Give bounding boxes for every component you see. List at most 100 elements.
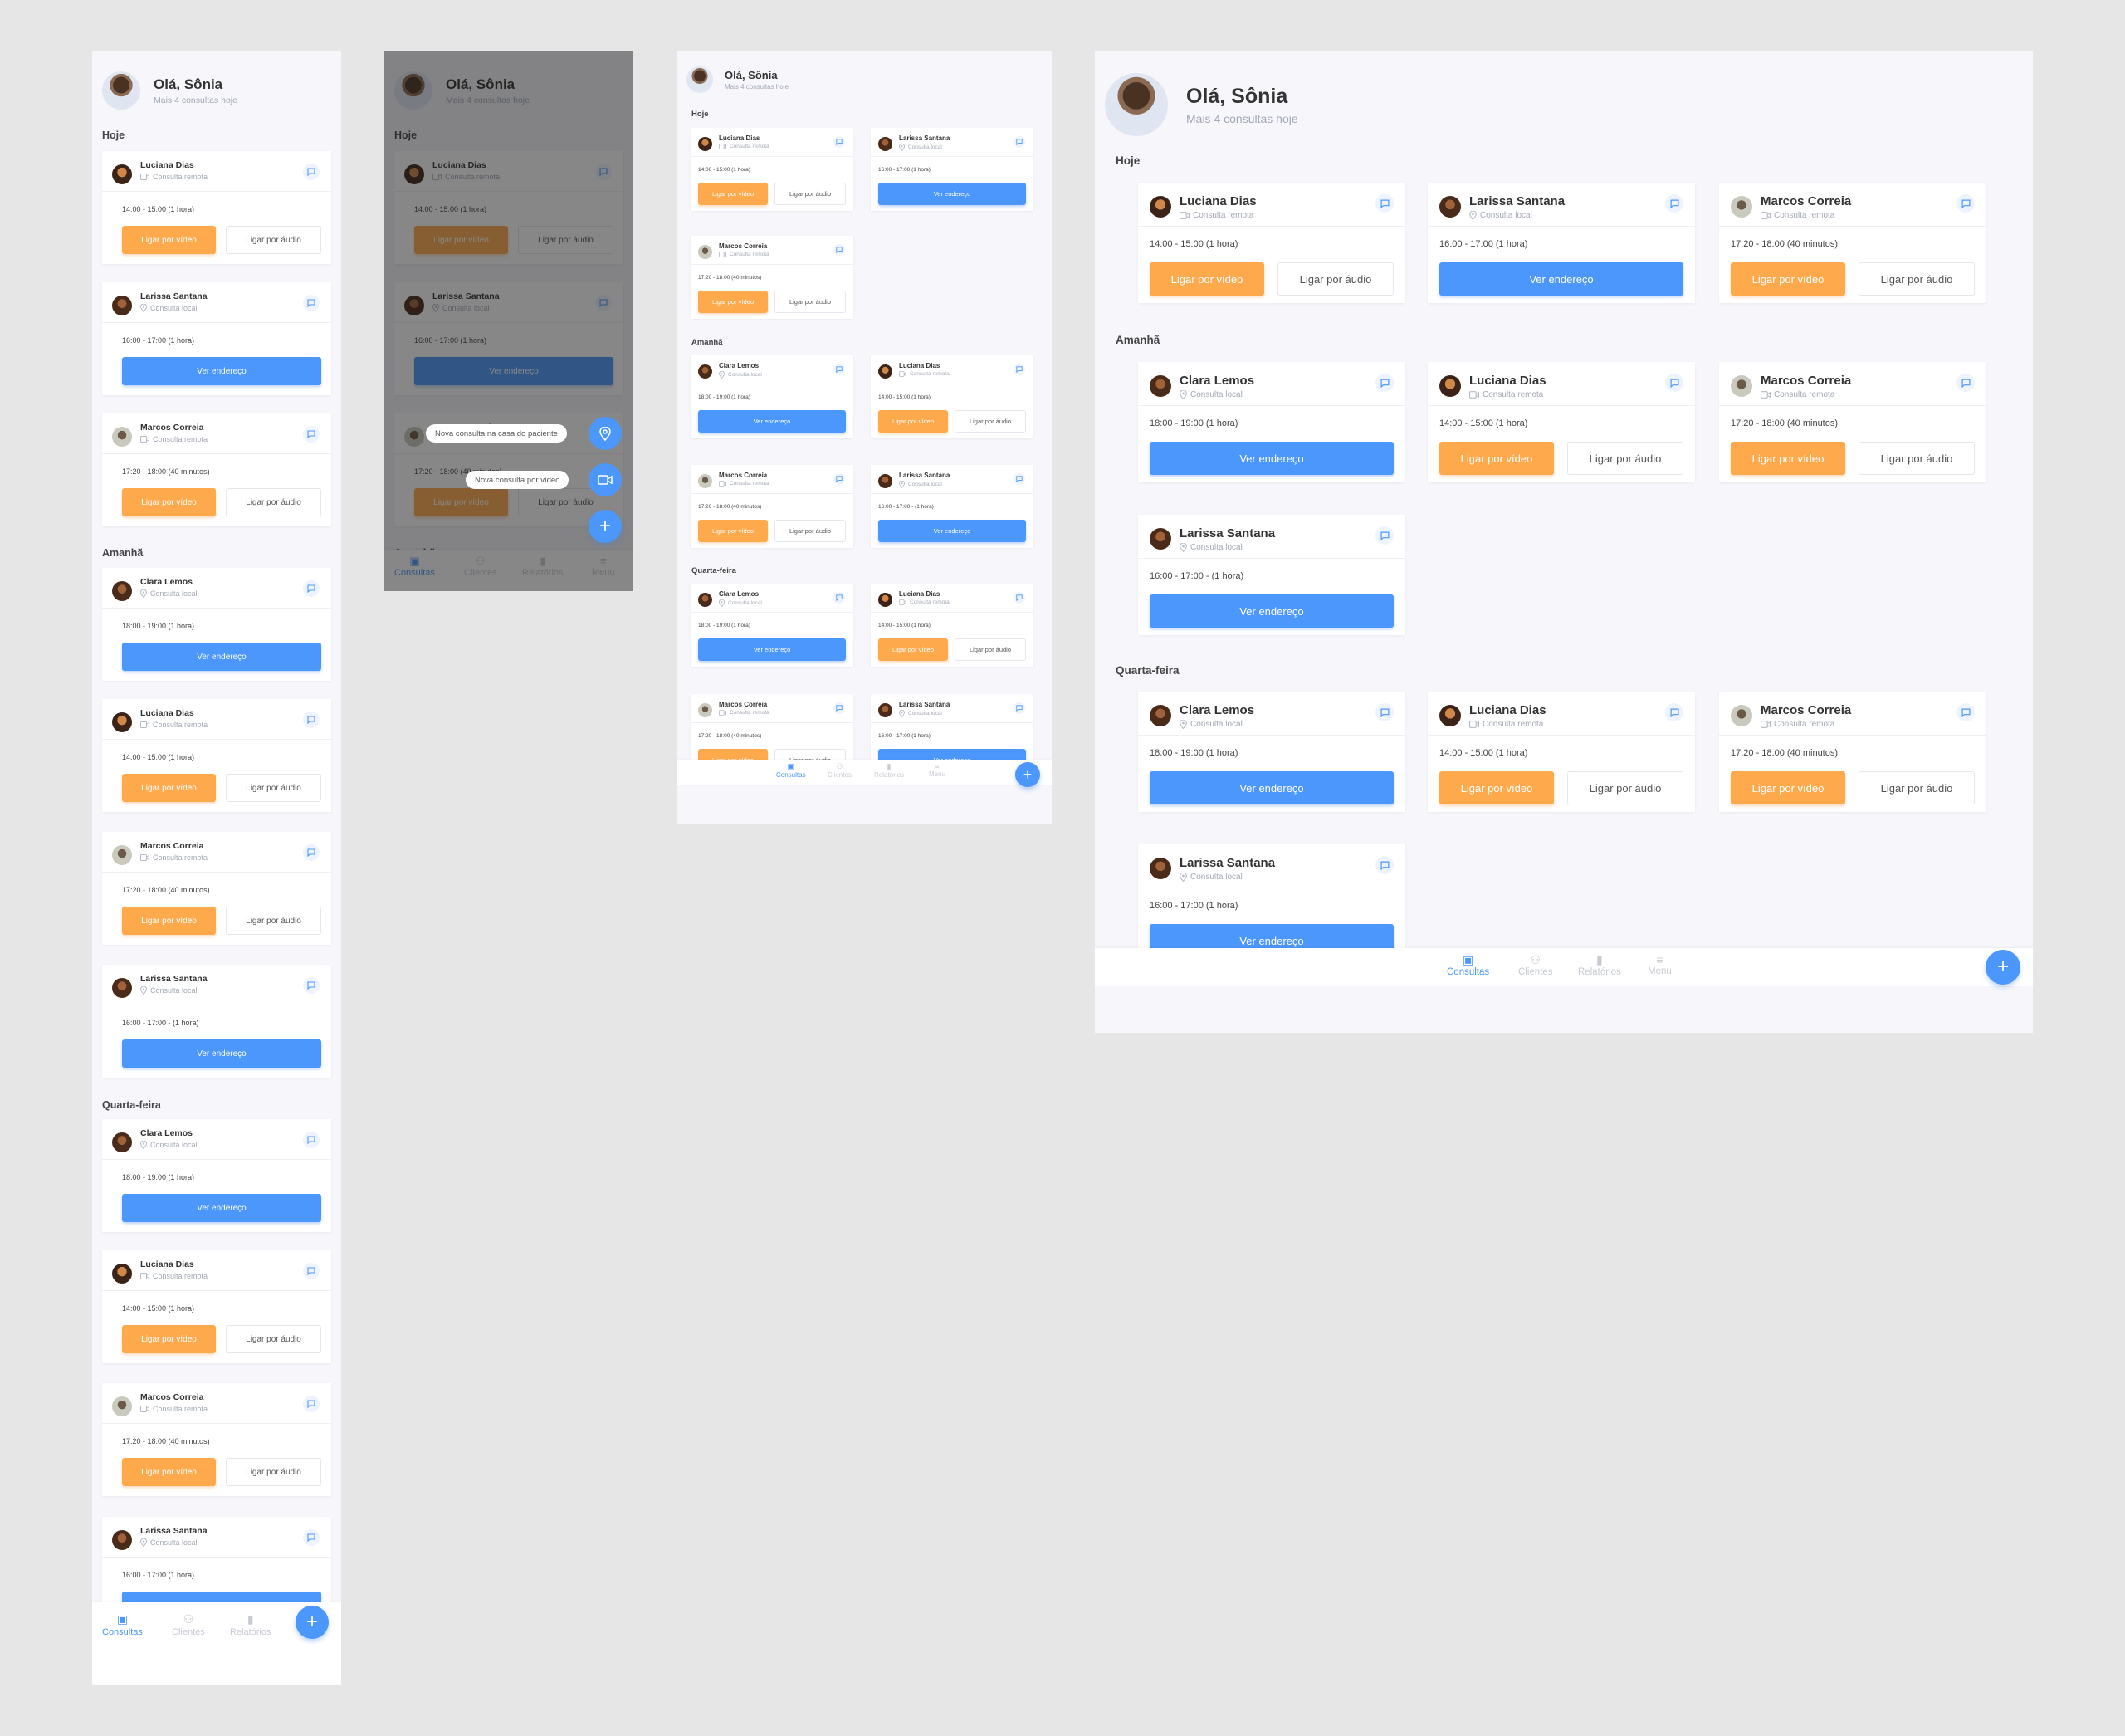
audio-call-button[interactable]: Ligar por áudio [1859,442,1975,475]
nav-relatorios[interactable]: ▮Relatórios [1578,953,1621,977]
view-address-button[interactable]: Ver endereço [1150,771,1394,804]
audio-call-button[interactable]: Ligar por áudio [1567,442,1683,475]
video-call-button[interactable]: Ligar por vídeo [122,1458,216,1486]
audio-call-button[interactable]: Ligar por áudio [1277,262,1394,296]
chat-button[interactable] [303,1396,320,1412]
video-call-button[interactable]: Ligar por vídeo [1731,771,1845,804]
chat-button[interactable] [1375,703,1394,721]
nav-consultas[interactable]: ▣Consultas [102,1612,143,1637]
chat-button[interactable] [1014,473,1025,485]
view-address-button[interactable]: Ver endereço [1150,594,1394,628]
chat-button[interactable] [303,426,320,443]
audio-call-button[interactable]: Ligar por áudio [774,183,846,205]
audio-call-button[interactable]: Ligar por áudio [226,1325,321,1353]
home-visit-label[interactable]: Nova consulta na casa do paciente [426,424,567,443]
chat-button[interactable] [1665,374,1683,392]
video-call-button[interactable]: Ligar por vídeo [698,520,768,542]
audio-call-button[interactable]: Ligar por áudio [226,488,321,516]
chat-button[interactable] [833,364,845,375]
chat-button[interactable] [1956,703,1975,721]
view-address-button[interactable]: Ver endereço [878,183,1026,205]
chat-button[interactable] [303,164,320,180]
audio-call-button[interactable]: Ligar por áudio [1859,262,1975,296]
video-call-button[interactable]: Ligar por vídeo [122,907,216,935]
chat-button[interactable] [1375,374,1394,392]
chat-button[interactable] [1665,194,1683,213]
audio-call-button[interactable]: Ligar por áudio [226,1458,321,1486]
video-call-button[interactable]: Ligar por vídeo [1439,442,1554,475]
audio-call-button[interactable]: Ligar por áudio [1567,771,1683,804]
view-address-button[interactable]: Ver endereço [698,638,846,661]
view-address-button[interactable]: Ver endereço [122,643,321,671]
chat-button[interactable] [1375,526,1394,545]
chat-button[interactable] [1014,364,1025,375]
video-call-button[interactable]: Ligar por vídeo [122,774,216,802]
chat-button[interactable] [833,473,845,485]
video-call-button[interactable]: Ligar por vídeo [1731,262,1845,296]
chat-button[interactable] [1375,194,1394,213]
audio-call-button[interactable]: Ligar por áudio [955,410,1026,433]
chat-button[interactable] [303,844,320,861]
chat-button[interactable] [833,702,845,714]
audio-call-button[interactable]: Ligar por áudio [1859,771,1975,804]
view-address-button[interactable]: Ver endereço [698,410,846,433]
chat-button[interactable] [1014,136,1025,148]
chat-button[interactable] [833,136,845,148]
audio-call-button[interactable]: Ligar por áudio [955,638,1026,661]
close-fab-menu[interactable]: + [589,510,622,543]
video-call-button[interactable]: Ligar por vídeo [698,291,768,313]
nav-consultas[interactable]: ▣Consultas [1447,953,1489,977]
chat-button[interactable] [1014,702,1025,714]
video-call-button[interactable]: Ligar por vídeo [1731,442,1845,475]
view-address-button[interactable]: Ver endereço [878,520,1026,542]
video-call-button[interactable]: Ligar por vídeo [878,410,948,433]
chat-button[interactable] [303,580,320,597]
view-address-button[interactable]: Ver endereço [122,1039,321,1068]
view-address-button[interactable]: Ver endereço [1150,442,1394,475]
chat-button[interactable] [1956,374,1975,392]
add-consult-fab[interactable]: + [296,1606,329,1639]
video-call-button[interactable]: Ligar por vídeo [122,1325,216,1353]
chat-button[interactable] [1956,194,1975,213]
nav-menu[interactable]: ≡Menu [929,762,945,778]
chat-button[interactable] [1014,592,1025,604]
chat-button[interactable] [833,592,845,604]
user-avatar[interactable] [102,71,140,110]
chat-button[interactable] [303,1263,320,1279]
nav-clientes[interactable]: ⚇Clientes [172,1612,205,1637]
view-address-button[interactable]: Ver endereço [122,357,321,385]
chat-button[interactable] [303,1529,320,1546]
nav-consultas[interactable]: ▣Consultas [776,762,806,779]
video-consult-label[interactable]: Nova consulta por vídeo [466,471,569,489]
add-consult-fab[interactable]: + [1015,762,1040,787]
video-consult-fab[interactable] [589,463,622,496]
chat-button[interactable] [303,295,320,311]
chat-button[interactable] [303,712,320,728]
nav-relatorios[interactable]: ▮Relatórios [874,762,904,779]
nav-clientes[interactable]: ⚇Clientes [828,762,852,779]
video-call-button[interactable]: Ligar por vídeo [122,488,216,516]
chat-button[interactable] [1665,703,1683,721]
nav-menu[interactable]: ≡Menu [1648,953,1672,976]
view-address-button[interactable]: Ver endereço [1439,262,1683,296]
nav-clientes[interactable]: ⚇Clientes [1518,953,1553,977]
audio-call-button[interactable]: Ligar por áudio [226,226,321,254]
view-address-button[interactable]: Ver endereço [122,1194,321,1222]
video-call-button[interactable]: Ligar por vídeo [1150,262,1264,296]
user-avatar[interactable] [1105,73,1168,136]
audio-call-button[interactable]: Ligar por áudio [774,291,846,313]
user-avatar[interactable] [686,66,713,93]
audio-call-button[interactable]: Ligar por áudio [226,774,321,802]
video-call-button[interactable]: Ligar por vídeo [1439,771,1554,804]
home-visit-fab[interactable] [589,417,622,450]
chat-button[interactable] [303,977,320,994]
video-call-button[interactable]: Ligar por vídeo [122,226,216,254]
chat-button[interactable] [303,1132,320,1148]
audio-call-button[interactable]: Ligar por áudio [226,907,321,935]
chat-button[interactable] [833,244,845,256]
chat-button[interactable] [1375,856,1394,874]
video-call-button[interactable]: Ligar por vídeo [878,638,948,661]
nav-relatorios[interactable]: ▮Relatórios [230,1612,271,1637]
video-call-button[interactable]: Ligar por vídeo [698,183,768,205]
dim-overlay[interactable] [384,51,633,591]
